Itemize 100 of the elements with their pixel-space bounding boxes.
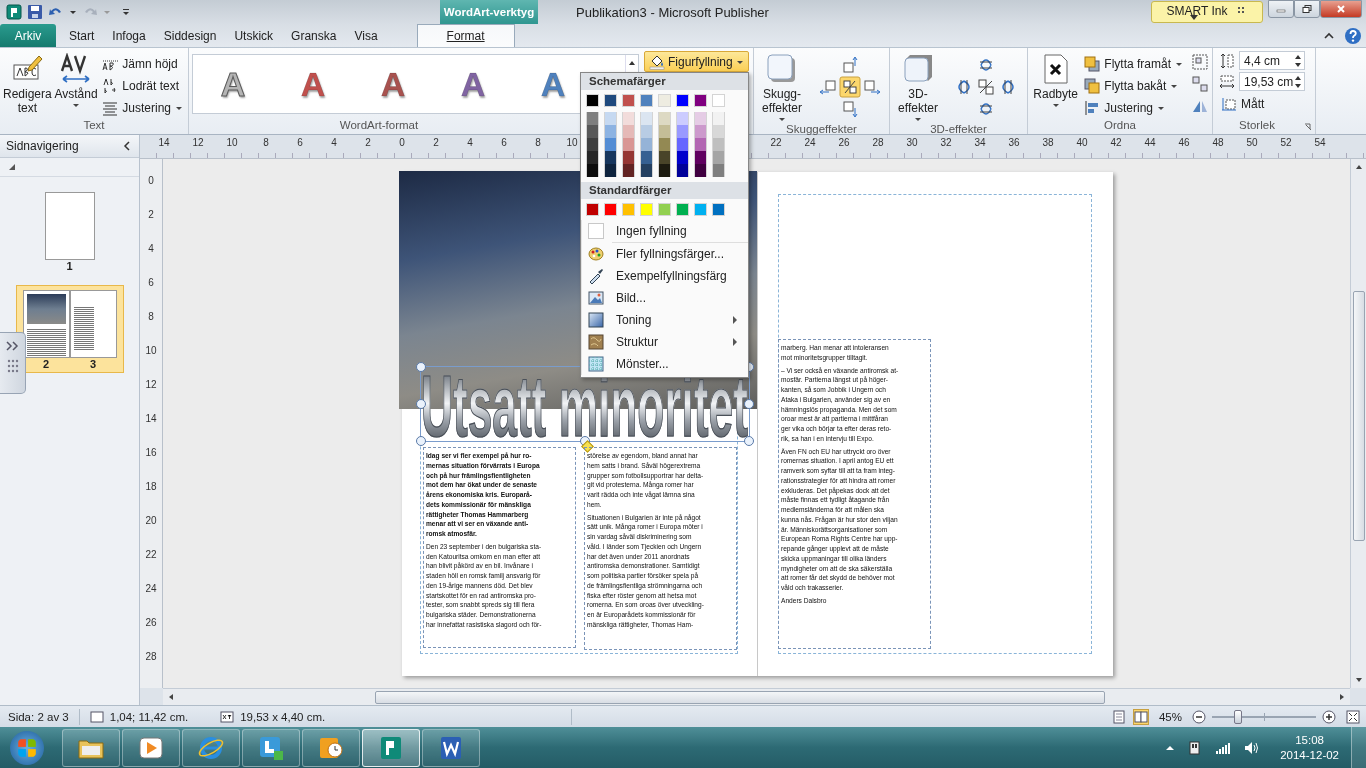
color-swatch[interactable]	[640, 94, 653, 107]
color-swatch[interactable]	[676, 203, 689, 216]
color-swatch[interactable]	[658, 164, 671, 177]
color-swatch[interactable]	[622, 138, 635, 151]
tilt-left-icon[interactable]	[955, 78, 973, 96]
color-swatch[interactable]	[622, 112, 635, 125]
color-swatch[interactable]	[676, 125, 689, 138]
color-swatch[interactable]	[586, 203, 599, 216]
color-swatch[interactable]	[622, 203, 635, 216]
menu-item[interactable]: Bild...	[582, 287, 748, 309]
color-swatch[interactable]	[658, 203, 671, 216]
nudge-up-icon[interactable]	[841, 56, 859, 74]
ribbon-tab[interactable]: Utskick	[225, 24, 283, 47]
help-icon[interactable]	[1344, 27, 1362, 45]
fit-page-icon[interactable]	[1346, 709, 1360, 724]
tilt-down-icon[interactable]	[977, 100, 995, 118]
taskbar-app-button[interactable]	[62, 728, 120, 767]
nudge-down-icon[interactable]	[841, 100, 859, 118]
color-swatch[interactable]	[640, 138, 653, 151]
ribbon-button[interactable]: Flytta bakåt	[1082, 75, 1185, 96]
color-swatch[interactable]	[640, 151, 653, 164]
horizontal-scrollbar[interactable]	[163, 688, 1350, 705]
scroll-thumb[interactable]	[375, 690, 1105, 704]
collapse-ribbon-icon[interactable]	[1324, 31, 1334, 41]
color-swatch[interactable]	[658, 94, 671, 107]
color-swatch[interactable]	[676, 151, 689, 164]
expand-triangle-icon[interactable]	[8, 163, 16, 171]
two-page-view-icon[interactable]	[1132, 708, 1149, 725]
page-thumbnail-item[interactable]: 1	[37, 187, 102, 275]
scroll-right-icon[interactable]	[1338, 693, 1346, 701]
color-swatch[interactable]	[622, 164, 635, 177]
zoom-level[interactable]: 45%	[1158, 710, 1182, 723]
ribbon-tab[interactable]: Granska	[282, 24, 346, 47]
color-swatch[interactable]	[586, 94, 599, 107]
tilt-up-icon[interactable]	[977, 56, 995, 74]
customize-icon[interactable]	[122, 8, 130, 16]
wrap-text-button[interactable]: Radbyte	[1031, 51, 1081, 109]
color-swatch[interactable]	[604, 138, 617, 151]
dialog-launcher-icon[interactable]	[1304, 123, 1312, 131]
menu-item[interactable]: Toning	[582, 309, 748, 331]
ribbon-button[interactable]: Jämn höjd	[100, 53, 185, 74]
color-swatch[interactable]	[604, 164, 617, 177]
color-swatch[interactable]	[658, 112, 671, 125]
color-swatch[interactable]	[694, 164, 707, 177]
vertical-scrollbar[interactable]	[1350, 159, 1366, 688]
taskbar-app-button[interactable]	[122, 728, 180, 767]
color-swatch[interactable]	[640, 203, 653, 216]
ribbon-button[interactable]: Justering	[1082, 97, 1185, 118]
ribbon-tab[interactable]: Siddesign	[154, 24, 226, 47]
color-swatch[interactable]	[622, 125, 635, 138]
color-swatch[interactable]	[658, 138, 671, 151]
ribbon-button[interactable]: Flytta framåt	[1082, 53, 1185, 74]
ungroup-objects-icon[interactable]	[1191, 75, 1209, 93]
group-objects-icon[interactable]	[1191, 53, 1209, 71]
color-swatch[interactable]	[586, 151, 599, 164]
color-swatch[interactable]	[712, 138, 725, 151]
color-swatch[interactable]	[658, 151, 671, 164]
3d-toggle-icon[interactable]	[977, 78, 995, 96]
color-swatch[interactable]	[694, 138, 707, 151]
color-swatch[interactable]	[586, 164, 599, 177]
color-swatch[interactable]	[604, 151, 617, 164]
ribbon-tab[interactable]: Infoga	[103, 24, 155, 47]
menu-item[interactable]: Ingen fyllning	[582, 220, 748, 242]
scroll-left-icon[interactable]	[167, 693, 175, 701]
nudge-left-icon[interactable]	[819, 78, 837, 96]
page-indicator[interactable]: Sida: 2 av 3	[8, 710, 69, 723]
color-swatch[interactable]	[604, 203, 617, 216]
slider-thumb[interactable]	[1234, 709, 1242, 724]
color-swatch[interactable]	[676, 138, 689, 151]
color-swatch[interactable]	[694, 112, 707, 125]
ribbon-button[interactable]: Justering	[100, 97, 185, 118]
color-swatch[interactable]	[604, 112, 617, 125]
color-swatch[interactable]	[622, 151, 635, 164]
wordart-style[interactable]: A	[353, 64, 433, 104]
scroll-thumb[interactable]	[1352, 291, 1365, 541]
color-swatch[interactable]	[604, 125, 617, 138]
height-field[interactable]: 4,4 cm	[1239, 51, 1305, 70]
close-button[interactable]	[1320, 0, 1362, 18]
spacing-button[interactable]: Avstånd	[53, 51, 99, 109]
color-swatch[interactable]	[712, 151, 725, 164]
color-swatch[interactable]	[712, 112, 725, 125]
color-swatch[interactable]	[712, 203, 725, 216]
save-icon[interactable]	[27, 4, 43, 20]
color-swatch[interactable]	[604, 94, 617, 107]
tilt-right-icon[interactable]	[999, 78, 1017, 96]
collapse-pane-icon[interactable]	[123, 141, 131, 151]
taskbar-app-button[interactable]	[182, 728, 240, 767]
color-swatch[interactable]	[586, 112, 599, 125]
restore-button[interactable]	[1294, 0, 1320, 18]
scroll-up-icon[interactable]	[1354, 163, 1363, 171]
color-swatch[interactable]	[622, 94, 635, 107]
ribbon-tab[interactable]: Format	[416, 24, 515, 47]
color-swatch[interactable]	[640, 112, 653, 125]
single-page-view-icon[interactable]	[1110, 708, 1127, 725]
3d-effects-button[interactable]: 3D- effekter	[893, 51, 943, 123]
zoom-out-icon[interactable]	[1192, 709, 1206, 724]
color-swatch[interactable]	[712, 164, 725, 177]
measure-button[interactable]: Mått	[1219, 93, 1267, 114]
wordart-style[interactable]: A	[273, 64, 353, 104]
scroll-down-icon[interactable]	[1354, 676, 1363, 684]
